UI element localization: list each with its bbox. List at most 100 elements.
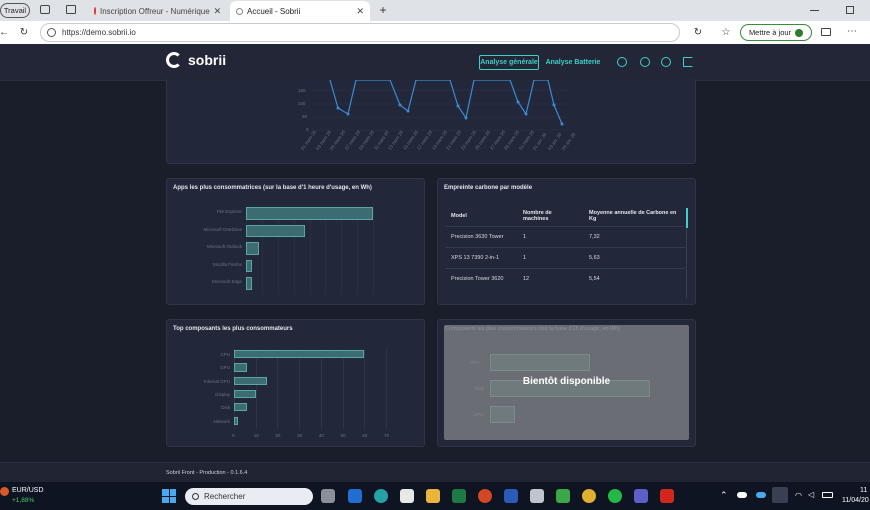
- close-icon[interactable]: ✕: [214, 6, 222, 17]
- table-row: Precision 3630 Tower 1 7,32: [445, 226, 685, 248]
- bar[interactable]: [234, 416, 239, 425]
- x-tick: 05 avr. 26: [561, 131, 577, 151]
- bar[interactable]: [234, 376, 267, 385]
- bar-label: Network: [213, 418, 230, 424]
- tab-actions-icon[interactable]: [40, 5, 50, 14]
- table-scrolltrack: [686, 228, 687, 298]
- acrobat-icon[interactable]: [660, 489, 674, 503]
- x-tick: 03 avr. 26: [546, 131, 562, 151]
- project-icon[interactable]: [556, 489, 570, 503]
- favorites-icon[interactable]: ☆: [720, 26, 732, 38]
- table-row: XPS 13 7390 2-in-1 1 5,63: [445, 247, 685, 269]
- bar[interactable]: [246, 242, 259, 255]
- volume-icon[interactable]: ◁: [808, 490, 814, 499]
- wifi-icon[interactable]: ◠: [795, 491, 802, 500]
- col-moyenne: Moyenne annuelle de Carbone en Kg: [589, 210, 677, 222]
- bar[interactable]: [234, 350, 365, 359]
- logout-icon[interactable]: [683, 57, 693, 67]
- tab-list-icon[interactable]: [66, 5, 76, 14]
- components-bar-chart: CPU GPU Internal GPU Display Disk Network 0 10 2…: [174, 349, 414, 441]
- new-tab-button[interactable]: +: [376, 3, 390, 17]
- carbon-card-title: Empreinte carbone par modèle: [444, 185, 533, 191]
- bar[interactable]: [234, 403, 248, 412]
- ticker-change: +1,88%: [12, 497, 35, 504]
- maximize-icon[interactable]: [846, 6, 854, 14]
- taskbar-search[interactable]: Rechercher: [185, 488, 313, 505]
- col-nombre: Nombre de machines: [523, 210, 552, 222]
- url-text: https://demo.sobrii.io: [62, 28, 136, 37]
- grid-line: [364, 349, 366, 429]
- word-icon[interactable]: [504, 489, 518, 503]
- store-icon[interactable]: [400, 489, 414, 503]
- bar[interactable]: [234, 363, 248, 372]
- y-tick: 0: [306, 127, 309, 132]
- table-cell: 1: [517, 247, 583, 269]
- workspace-pill[interactable]: Travail: [0, 3, 30, 18]
- tab-inscription[interactable]: Inscription Offreur - Numérique ✕: [88, 1, 226, 21]
- close-icon[interactable]: ✕: [356, 6, 364, 17]
- excel-icon[interactable]: [452, 489, 466, 503]
- reload-icon[interactable]: ↻: [18, 26, 30, 38]
- file-explorer-icon[interactable]: [426, 489, 440, 503]
- back-icon[interactable]: ←: [0, 26, 9, 38]
- settings-icon[interactable]: [617, 57, 627, 67]
- screen-cast-icon[interactable]: [821, 28, 831, 36]
- favicon-icon: [236, 7, 243, 15]
- battery-icon[interactable]: [822, 492, 833, 498]
- whatsapp-icon[interactable]: [608, 489, 622, 503]
- edge-icon[interactable]: [374, 489, 388, 503]
- table-cell: XPS 13 7390 2-in-1: [445, 247, 517, 269]
- grid-line: [386, 349, 387, 429]
- table-scrollbar[interactable]: [686, 208, 688, 228]
- update-label: Mettre à jour: [748, 28, 792, 37]
- snipping-icon[interactable]: [530, 489, 544, 503]
- grid-line: [373, 206, 374, 294]
- outlook-icon[interactable]: [348, 489, 362, 503]
- sobrii-logo[interactable]: sobrii: [166, 52, 226, 68]
- update-button[interactable]: Mettre à jour: [740, 24, 812, 41]
- bar[interactable]: [246, 207, 373, 220]
- refresh-page-icon[interactable]: ↻: [692, 26, 704, 38]
- powerpoint-icon[interactable]: [478, 489, 492, 503]
- help-icon[interactable]: [640, 57, 650, 67]
- coming-soon-text: Bientôt disponible: [522, 376, 611, 387]
- table-cell: 5,63: [583, 247, 685, 269]
- ticker-name[interactable]: EUR/USD: [12, 487, 44, 494]
- bar-label: Disk: [221, 405, 230, 411]
- clock-time[interactable]: 11: [860, 487, 867, 494]
- bar-label: Display: [215, 391, 230, 397]
- ticker-icon[interactable]: [0, 487, 9, 496]
- x-tick: 30: [297, 432, 303, 438]
- task-view-icon[interactable]: [321, 489, 335, 503]
- x-tick: 50: [340, 432, 346, 438]
- bar[interactable]: [234, 389, 256, 399]
- minimize-icon[interactable]: [810, 10, 819, 11]
- ghost-bar: [490, 406, 515, 423]
- table-cell: Precision 3630 Tower: [445, 226, 517, 248]
- onedrive-business-icon[interactable]: [756, 492, 766, 498]
- tab-accueil[interactable]: Accueil - Sobrii ✕: [230, 1, 370, 21]
- nav-analyse-batterie[interactable]: Analyse Batterie: [545, 55, 601, 70]
- account-icon[interactable]: [661, 57, 671, 67]
- version-text: Sobrii Front - Production - 0.1.6.4: [166, 469, 248, 476]
- address-bar[interactable]: https://demo.sobrii.io: [40, 23, 680, 42]
- chrome-icon[interactable]: [582, 489, 596, 503]
- tray-chevron-icon[interactable]: ⌃: [720, 490, 728, 501]
- table-cell: 12: [517, 268, 583, 289]
- col-model: Model: [451, 213, 467, 219]
- apps-bar-chart: File Explorer Microsoft OneDrive Microsoft…: [174, 206, 414, 298]
- table-cell: 1: [517, 226, 583, 248]
- bar[interactable]: [246, 224, 305, 237]
- teams-icon[interactable]: [634, 489, 648, 503]
- bar[interactable]: [246, 259, 252, 272]
- nav-analyse-generale[interactable]: Analyse générale: [479, 55, 539, 70]
- mic-muted-icon[interactable]: [772, 487, 788, 503]
- windows-start-icon[interactable]: [162, 489, 176, 503]
- clock-date[interactable]: 11/04/20: [842, 497, 869, 504]
- onedrive-icon[interactable]: [737, 492, 747, 498]
- site-info-icon[interactable]: [47, 28, 56, 37]
- bar-label: GPU: [220, 365, 230, 371]
- bar[interactable]: [246, 277, 252, 290]
- ghost-label: CPU: [470, 360, 480, 365]
- more-menu-icon[interactable]: ⋯: [846, 25, 858, 37]
